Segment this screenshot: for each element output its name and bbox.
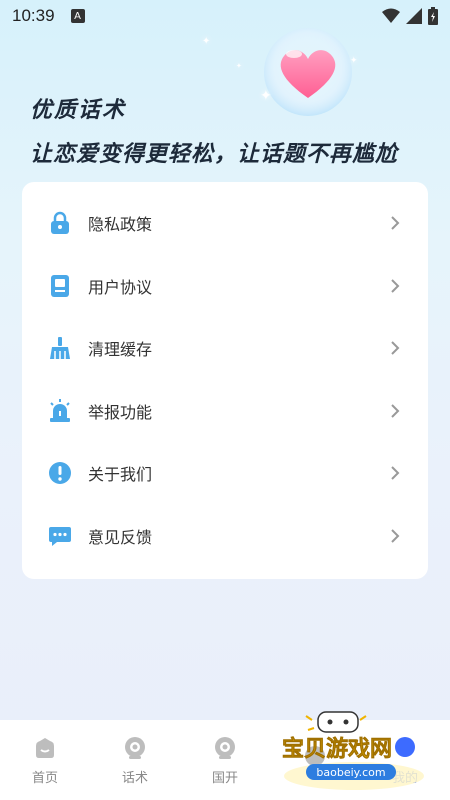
camera-icon: [125, 736, 145, 759]
tab-hidden[interactable]: [275, 744, 355, 776]
menu-item-privacy-policy[interactable]: 隐私政策: [22, 192, 428, 255]
menu-item-label: 意见反馈: [88, 527, 153, 547]
chevron-right-icon: [391, 216, 400, 230]
status-time: 10:39: [12, 6, 55, 25]
tab-label: 话术: [121, 770, 148, 786]
info-icon: [48, 461, 72, 485]
menu-item-label: 清理缓存: [88, 340, 153, 360]
chevron-right-icon: [391, 279, 400, 293]
menu-item-label: 用户协议: [88, 277, 153, 297]
broom-icon: [48, 336, 72, 360]
hero-headline: 优质话术 让恋爱变得更轻松，让话题不再尴尬: [30, 92, 398, 168]
bottom-tab-bar: 首页 话术 国开 我的: [0, 720, 450, 800]
tab-icon: [305, 746, 325, 766]
tab-home[interactable]: 首页: [5, 735, 85, 786]
alarm-light-icon: [48, 398, 72, 423]
profile-icon: [395, 736, 415, 757]
notification-icon: A: [70, 9, 85, 23]
home-icon: [36, 737, 54, 758]
status-indicators: [382, 7, 438, 25]
sparkle-icon: ✦: [202, 36, 211, 47]
tab-scripts[interactable]: 话术: [95, 735, 175, 786]
tab-label: 我的: [391, 770, 418, 786]
chat-bubble-icon: [48, 524, 72, 548]
document-icon: [48, 274, 72, 298]
menu-item-label: 关于我们: [88, 465, 153, 485]
camera-icon: [215, 736, 235, 759]
sparkle-icon: ✦: [236, 62, 242, 70]
chevron-right-icon: [391, 466, 400, 480]
hero-subtitle: 让恋爱变得更轻松，让话题不再尴尬: [30, 142, 399, 167]
menu-item-user-agreement[interactable]: 用户协议: [22, 255, 428, 318]
menu-item-label: 举报功能: [88, 402, 153, 422]
battery-icon: [428, 7, 438, 25]
menu-item-report[interactable]: 举报功能: [22, 380, 428, 443]
menu-item-feedback[interactable]: 意见反馈: [22, 505, 428, 568]
status-bar: 10:39 A: [0, 0, 450, 32]
signal-icon: [406, 8, 422, 24]
tab-guokai[interactable]: 国开: [185, 735, 265, 786]
menu-item-clear-cache[interactable]: 清理缓存: [22, 317, 428, 380]
tab-label: 国开: [211, 770, 238, 786]
tab-label: 首页: [31, 770, 58, 786]
chevron-right-icon: [391, 529, 400, 543]
settings-card: 隐私政策 用户协议 清理缓存 举报功能 关于我们 意见反馈: [22, 182, 428, 579]
sparkle-icon: ✦: [350, 56, 358, 66]
chevron-right-icon: [391, 341, 400, 355]
menu-item-label: 隐私政策: [88, 215, 153, 235]
tab-mine[interactable]: 我的: [365, 735, 445, 786]
lock-icon: [48, 211, 72, 235]
menu-item-about-us[interactable]: 关于我们: [22, 442, 428, 505]
wifi-icon: [382, 8, 400, 23]
chevron-right-icon: [391, 404, 400, 418]
hero-title: 优质话术: [30, 98, 127, 123]
